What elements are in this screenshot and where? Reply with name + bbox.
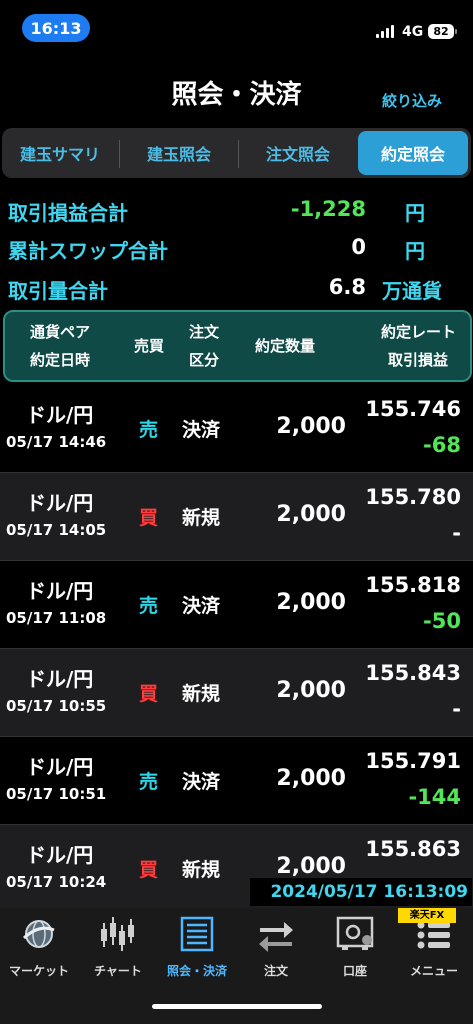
swap-total-label: 累計スワップ合計 <box>8 239 168 263</box>
pnl-total-value: -1,228 <box>290 197 366 221</box>
trade-rate: 155.863 <box>365 837 461 861</box>
col-pair: 通貨ペア <box>30 323 91 341</box>
pnl-total-label: 取引損益合計 <box>8 201 128 225</box>
trade-rate: 155.843 <box>365 661 461 685</box>
trade-rate: 155.791 <box>365 749 461 773</box>
trade-datetime: 05/17 10:55 <box>6 697 107 715</box>
trade-pnl: -50 <box>423 609 461 633</box>
trade-pair: ドル/円 <box>26 579 94 603</box>
trade-rate: 155.746 <box>365 397 461 421</box>
trade-pnl: - <box>452 521 461 545</box>
col-side: 売買 <box>134 337 165 355</box>
trade-type: 新規 <box>182 507 221 529</box>
nav-label: マーケット <box>8 964 69 978</box>
trade-row[interactable]: ドル/円 05/17 14:46 売 決済 2,000 155.746 -68 <box>0 385 473 472</box>
trade-side: 売 <box>139 419 159 441</box>
nav-label: メニュー <box>409 964 458 978</box>
trade-row[interactable]: ドル/円 05/17 10:55 買 新規 2,000 155.843 - <box>0 649 473 736</box>
tab-order-inquiry[interactable]: 注文照会 <box>239 128 357 178</box>
trade-pair: ドル/円 <box>26 755 94 779</box>
column-header: 通貨ペア 約定日時 売買 注文 区分 約定数量 約定レート 取引損益 <box>3 310 472 382</box>
col-rate: 約定レート <box>380 323 456 341</box>
trade-type: 新規 <box>182 683 221 705</box>
trade-pair: ドル/円 <box>26 491 94 515</box>
swap-total-value: 0 <box>351 235 366 259</box>
volume-total-label: 取引量合計 <box>8 279 108 303</box>
trade-type: 決済 <box>182 595 221 617</box>
status-time: 16:13 <box>22 14 90 42</box>
network-type: 4G <box>402 24 424 40</box>
list-icon <box>152 914 242 954</box>
trade-datetime: 05/17 14:46 <box>6 433 107 451</box>
col-pnl: 取引損益 <box>387 351 448 369</box>
brand-logo: 楽天FX <box>398 908 456 923</box>
globe-icon <box>0 914 84 954</box>
nav-order[interactable]: 注文 <box>231 908 321 988</box>
trade-pnl: - <box>452 697 461 721</box>
trade-pair: ドル/円 <box>26 667 94 691</box>
trade-row[interactable]: ドル/円 05/17 11:08 売 決済 2,000 155.818 -50 <box>0 561 473 648</box>
trade-quantity: 2,000 <box>276 854 346 879</box>
trade-side: 売 <box>139 771 159 793</box>
nav-label: チャート <box>94 964 142 978</box>
trade-row[interactable]: ドル/円 05/17 14:05 買 新規 2,000 155.780 - <box>0 473 473 560</box>
trade-quantity: 2,000 <box>276 678 346 703</box>
trade-side: 買 <box>139 859 159 881</box>
update-timestamp: 2024/05/17 16:13:09 <box>250 878 472 906</box>
trade-datetime: 05/17 11:08 <box>6 609 107 627</box>
nav-label: 注文 <box>263 964 288 978</box>
col-date: 約定日時 <box>30 351 91 369</box>
safe-icon <box>310 914 400 954</box>
nav-label: 照会・決済 <box>166 964 227 978</box>
tab-position-inquiry[interactable]: 建玉照会 <box>120 128 238 178</box>
trade-type: 決済 <box>182 771 221 793</box>
filter-button[interactable]: 絞り込み <box>382 90 442 111</box>
trade-pnl: -68 <box>423 433 461 457</box>
nav-inquiry[interactable]: 照会・決済 <box>152 908 242 988</box>
trade-pair: ドル/円 <box>26 403 94 427</box>
trade-rate: 155.818 <box>365 573 461 597</box>
trade-type: 決済 <box>182 419 221 441</box>
trade-datetime: 05/17 10:51 <box>6 785 107 803</box>
trade-side: 売 <box>139 595 159 617</box>
trade-quantity: 2,000 <box>276 502 346 527</box>
col-quantity: 約定数量 <box>255 337 316 355</box>
trade-side: 買 <box>139 507 159 529</box>
swap-total-unit: 円 <box>405 239 425 263</box>
volume-total-value: 6.8 <box>328 275 366 299</box>
col-type: 注文 <box>189 323 220 341</box>
trade-side: 買 <box>139 683 159 705</box>
trade-quantity: 2,000 <box>276 766 346 791</box>
col-type-2: 区分 <box>189 351 220 369</box>
trade-row[interactable]: ドル/円 05/17 10:51 売 決済 2,000 155.791 -144 <box>0 737 473 824</box>
trade-rate: 155.780 <box>365 485 461 509</box>
battery-icon: 82 <box>428 24 454 39</box>
tab-bar: 建玉サマリ 建玉照会 注文照会 約定照会 <box>2 128 471 178</box>
home-indicator <box>152 1004 322 1009</box>
trade-type: 新規 <box>182 859 221 881</box>
nav-account[interactable]: 口座 <box>310 908 400 988</box>
battery-tip <box>455 29 457 34</box>
tab-position-summary[interactable]: 建玉サマリ <box>2 128 118 178</box>
nav-chart[interactable]: チャート <box>73 908 163 988</box>
nav-market[interactable]: マーケット <box>0 908 84 988</box>
volume-total-unit: 万通貨 <box>382 279 442 303</box>
tab-execution-inquiry[interactable]: 約定照会 <box>358 131 468 175</box>
candlestick-icon <box>73 914 163 954</box>
trade-quantity: 2,000 <box>276 590 346 615</box>
trade-datetime: 05/17 10:24 <box>6 873 107 891</box>
pnl-total-unit: 円 <box>405 201 425 225</box>
trade-pair: ドル/円 <box>26 843 94 867</box>
trade-quantity: 2,000 <box>276 414 346 439</box>
signal-icon <box>376 24 394 38</box>
trade-pnl: -144 <box>408 785 461 809</box>
trade-datetime: 05/17 14:05 <box>6 521 107 539</box>
nav-label: 口座 <box>342 964 367 978</box>
order-arrows-icon <box>231 914 321 954</box>
